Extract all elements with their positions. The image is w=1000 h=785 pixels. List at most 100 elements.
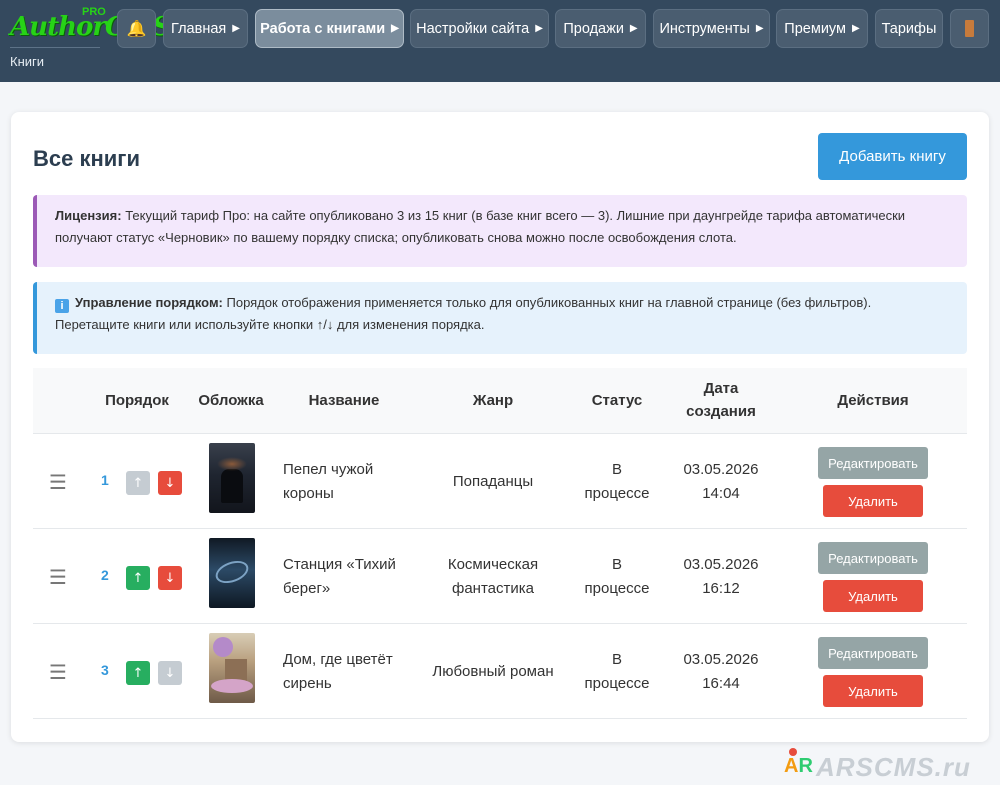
watermark: AR ARSCMS.ru <box>784 748 974 782</box>
book-status: В процессе <box>573 648 661 696</box>
status-line1: В <box>611 556 622 573</box>
book-status: В процессе <box>573 458 661 506</box>
order-number: 1 <box>101 472 109 488</box>
move-down-button[interactable]: ↓ <box>158 471 182 495</box>
nav-sales-label: Продажи <box>563 20 624 37</box>
order-alert: i Управление порядком: Порядок отображени… <box>33 282 967 354</box>
nav-site-settings-label: Настройки сайта <box>416 20 530 37</box>
chevron-right-icon: ▶ <box>391 23 399 34</box>
license-alert: Лицензия: Текущий тариф Про: на сайте оп… <box>33 195 967 267</box>
status-line2: процессе <box>584 580 650 597</box>
status-line2: процессе <box>584 485 650 502</box>
status-line1: В <box>611 651 622 668</box>
header-date: Дата создания <box>671 377 771 423</box>
move-up-button[interactable]: ↑ <box>126 471 150 495</box>
book-genre: Любовный роман <box>432 663 554 680</box>
logo[interactable]: AuthorCMS PRO <box>10 6 171 48</box>
book-cover[interactable] <box>209 538 255 608</box>
door-icon <box>965 20 974 37</box>
header-cover: Обложка <box>198 392 264 409</box>
nav-books-label: Работа с книгами <box>260 20 386 37</box>
top-navbar: AuthorCMS PRO Книги 🔔 Главная ▶ Работа с … <box>0 0 1000 82</box>
nav-books[interactable]: Работа с книгами ▶ <box>255 9 404 48</box>
nav-premium[interactable]: Премиум ▶ <box>776 9 868 48</box>
breadcrumb: Книги <box>10 54 45 69</box>
table-row: ☰ 1 ↑ ↓ Пепел чужой короны Попаданцы В п… <box>33 434 967 529</box>
move-up-button[interactable]: ↑ <box>126 661 150 685</box>
license-alert-text: Текущий тариф Про: на сайте опубликовано… <box>55 208 906 245</box>
order-number: 3 <box>101 662 109 678</box>
chevron-right-icon: ▶ <box>629 23 638 34</box>
move-down-button[interactable]: ↓ <box>158 661 182 685</box>
time-value: 16:12 <box>702 580 740 597</box>
drag-handle-icon[interactable]: ☰ <box>49 470 67 494</box>
move-up-button[interactable]: ↑ <box>126 566 150 590</box>
nav-tariffs[interactable]: Тарифы <box>875 9 943 48</box>
nav-tariffs-label: Тарифы <box>881 20 937 37</box>
nav-sales[interactable]: Продажи ▶ <box>555 9 646 48</box>
table-header: Порядок Обложка Название Жанр Статус Дат… <box>33 368 967 434</box>
date-value: 03.05.2026 <box>683 651 759 668</box>
book-cover[interactable] <box>209 633 255 703</box>
edit-button[interactable]: Редактировать <box>818 447 928 479</box>
book-title: Пепел чужой короны <box>283 461 374 502</box>
book-status: В процессе <box>573 553 661 601</box>
info-icon: i <box>55 299 69 313</box>
book-title: Станция «Тихий берег» <box>283 556 396 597</box>
book-title: Дом, где цветёт сирень <box>283 651 393 692</box>
drag-handle-icon[interactable]: ☰ <box>49 660 67 684</box>
bell-icon: 🔔 <box>126 20 147 38</box>
genre-line2: фантастика <box>452 580 534 597</box>
watermark-text: ARSCMS.ru <box>816 752 971 782</box>
add-book-button[interactable]: Добавить книгу <box>818 133 967 180</box>
books-card: Все книги Добавить книгу Лицензия: Текущ… <box>11 112 989 742</box>
header-genre: Жанр <box>472 392 514 409</box>
order-alert-label: Управление порядком: <box>75 295 223 310</box>
table-row: ☰ 2 ↑ ↓ Станция «Тихий берег» Космическа… <box>33 529 967 624</box>
header-name: Название <box>308 392 380 409</box>
delete-button[interactable]: Удалить <box>823 485 923 517</box>
book-created-date: 03.05.2026 14:04 <box>671 458 771 506</box>
time-value: 16:44 <box>702 675 740 692</box>
notifications-button[interactable]: 🔔 <box>117 9 156 48</box>
order-number: 2 <box>101 567 109 583</box>
chevron-right-icon: ▶ <box>755 23 764 34</box>
chevron-right-icon: ▶ <box>535 23 543 34</box>
header-order: Порядок <box>105 392 169 409</box>
delete-button[interactable]: Удалить <box>823 675 923 707</box>
header-date-line1: Дата <box>703 380 739 397</box>
header-status: Статус <box>591 392 643 409</box>
nav-premium-label: Премиум <box>784 20 846 37</box>
watermark-logo-icon: AR <box>784 755 813 777</box>
nav-site-settings[interactable]: Настройки сайта ▶ <box>410 9 549 48</box>
status-line2: процессе <box>584 675 650 692</box>
book-genre: Попаданцы <box>452 473 534 490</box>
delete-button[interactable]: Удалить <box>823 580 923 612</box>
chevron-right-icon: ▶ <box>851 23 860 34</box>
move-down-button[interactable]: ↓ <box>158 566 182 590</box>
nav-tools-label: Инструменты <box>659 20 750 37</box>
date-value: 03.05.2026 <box>683 556 759 573</box>
edit-button[interactable]: Редактировать <box>818 542 928 574</box>
nav-tools[interactable]: Инструменты ▶ <box>653 9 770 48</box>
logout-button[interactable] <box>950 9 989 48</box>
genre-line1: Космическая <box>447 556 539 573</box>
time-value: 14:04 <box>702 485 740 502</box>
table-row: ☰ 3 ↑ ↓ Дом, где цветёт сирень Любовный … <box>33 624 967 719</box>
book-created-date: 03.05.2026 16:12 <box>671 553 771 601</box>
edit-button[interactable]: Редактировать <box>818 637 928 669</box>
book-cover[interactable] <box>209 443 255 513</box>
status-line1: В <box>611 461 622 478</box>
header-date-line2: создания <box>686 403 756 420</box>
nav-home[interactable]: Главная ▶ <box>163 9 248 48</box>
nav-home-label: Главная <box>171 20 227 37</box>
book-created-date: 03.05.2026 16:44 <box>671 648 771 696</box>
book-genre: Космическая фантастика <box>418 553 568 601</box>
header-actions: Действия <box>837 392 909 409</box>
date-value: 03.05.2026 <box>683 461 759 478</box>
license-alert-label: Лицензия: <box>55 208 122 223</box>
page-title: Все книги <box>33 146 140 171</box>
drag-handle-icon[interactable]: ☰ <box>49 565 67 589</box>
chevron-right-icon: ▶ <box>232 23 240 34</box>
logo-badge: PRO <box>82 6 106 18</box>
